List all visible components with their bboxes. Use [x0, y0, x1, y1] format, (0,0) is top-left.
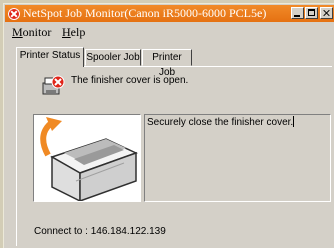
finisher-illustration	[33, 114, 141, 203]
printer-error-icon	[42, 75, 65, 95]
tab-printer-status[interactable]: Printer Status	[16, 47, 84, 67]
menu-monitor-rest: onitor	[22, 25, 52, 39]
instruction-text: Securely close the finisher cover.	[147, 116, 295, 128]
finisher-cover-open-illustration	[40, 117, 138, 203]
tab-spooler-job-label: Spooler Job	[86, 52, 140, 63]
menu-monitor[interactable]: Monitor	[12, 25, 51, 40]
connect-label: Connect to :	[34, 226, 88, 237]
window-title: NetSpot Job Monitor(Canon iR5000-6000 PC…	[23, 6, 267, 20]
tab-printer-status-label: Printer Status	[19, 50, 81, 61]
menu-help[interactable]: Help	[62, 25, 85, 40]
text-caret	[293, 116, 295, 127]
title-bar[interactable]: NetSpot Job Monitor(Canon iR5000-6000 PC…	[5, 5, 334, 22]
minimize-button[interactable]	[291, 7, 304, 19]
menu-bar: Monitor Help	[5, 23, 334, 41]
tab-spooler-job[interactable]: Spooler Job	[85, 49, 141, 66]
status-message: The finisher cover is open.	[71, 75, 189, 86]
tab-printer-job[interactable]: Printer Job	[142, 49, 192, 78]
instruction-text-value: Securely close the finisher cover.	[147, 117, 294, 128]
app-error-icon[interactable]	[8, 8, 20, 20]
connect-address: 146.184.122.139	[90, 226, 166, 237]
menu-help-key: H	[62, 25, 71, 39]
instruction-box[interactable]: Securely close the finisher cover.	[144, 114, 331, 202]
maximize-button[interactable]	[305, 7, 318, 19]
close-button[interactable]	[320, 7, 333, 19]
menu-monitor-key: M	[12, 25, 23, 39]
connection-info: Connect to : 146.184.122.139	[34, 226, 166, 237]
menu-help-rest: elp	[70, 25, 86, 39]
